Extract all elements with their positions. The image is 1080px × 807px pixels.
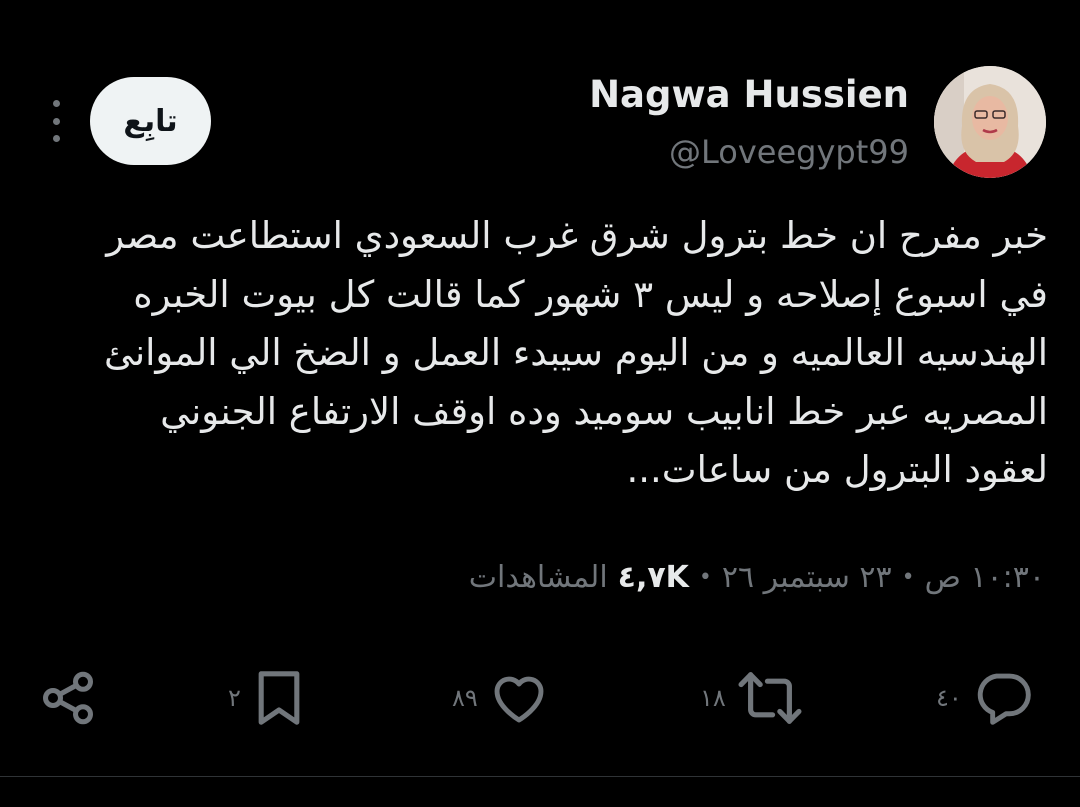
tweet-time[interactable]: ١٠:٣٠ ص <box>925 560 1045 595</box>
tweet-text-line: في اسبوع إصلاحه و ليس ٣ شهور كما قالت كل… <box>133 272 1048 316</box>
more-dot <box>52 117 60 125</box>
more-options-icon[interactable] <box>44 100 68 142</box>
tweet-text-line: لعقود البترول من ساعات... <box>626 448 1049 491</box>
tweet-date[interactable]: ٢٣ سبتمبر ٢٦ <box>722 560 892 595</box>
avatar-image <box>934 66 1046 178</box>
reply-button[interactable]: ٤٠ <box>936 664 1034 732</box>
retweet-arrows-icon <box>736 667 804 729</box>
divider <box>0 776 1080 777</box>
views-count[interactable]: ٤,٧K <box>618 560 689 595</box>
share-nodes-icon <box>38 667 98 729</box>
bookmark-count: ٢ <box>228 684 241 712</box>
meta-separator: • <box>901 564 915 590</box>
bookmark-icon <box>251 667 307 729</box>
avatar[interactable] <box>934 66 1046 178</box>
more-dot <box>52 100 60 107</box>
more-dot <box>52 135 60 142</box>
follow-button[interactable]: تابِع <box>90 77 211 165</box>
retweet-button[interactable]: ١٨ <box>700 664 804 732</box>
meta-separator: • <box>698 564 712 590</box>
bookmark-button[interactable]: ٢ <box>228 664 307 732</box>
tweet-text: خبر مفرح ان خط بترول شرق غرب السعودي است… <box>30 207 1048 500</box>
tweet-text-line: خبر مفرح ان خط بترول شرق غرب السعودي است… <box>106 214 1048 257</box>
like-button[interactable]: ٨٩ <box>452 664 550 732</box>
speech-bubble-icon <box>972 667 1034 729</box>
heart-icon <box>488 667 550 729</box>
like-count: ٨٩ <box>452 684 478 712</box>
tweet-text-line: الهندسيه العالميه و من اليوم سيبدء العمل… <box>104 331 1048 374</box>
share-button[interactable] <box>38 664 98 732</box>
tweet-text-line: المصريه عبر خط انابيب سوميد وده اوقف الا… <box>160 389 1048 433</box>
retweet-count: ١٨ <box>700 684 726 712</box>
tweet-meta: ١٠:٣٠ ص • ٢٣ سبتمبر ٢٦ • ٤,٧K المشاهدات <box>469 552 1045 602</box>
reply-count: ٤٠ <box>936 684 962 712</box>
display-name[interactable]: Nagwa Hussien <box>589 70 909 120</box>
views-label: المشاهدات <box>468 559 608 595</box>
user-handle[interactable]: @Loveegypt99 <box>669 130 909 174</box>
